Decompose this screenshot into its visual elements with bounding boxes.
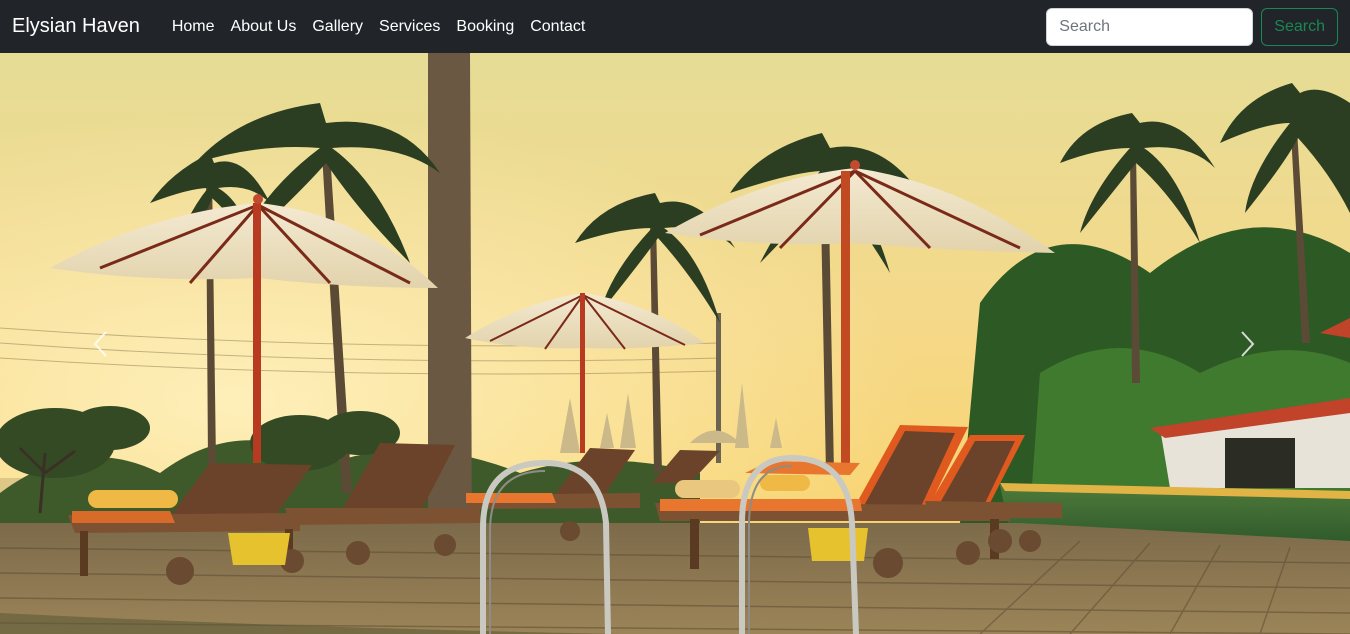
nav-link-about-us[interactable]: About Us (223, 18, 305, 36)
nav-link-gallery[interactable]: Gallery (304, 18, 371, 36)
chevron-right-icon (1241, 330, 1255, 357)
search-button[interactable]: Search (1261, 7, 1338, 46)
hero-image-resort-pool (0, 53, 1350, 634)
search-input[interactable] (1046, 7, 1254, 46)
nav-links: Home About Us Gallery Services Booking C… (164, 18, 594, 36)
nav-link-contact[interactable]: Contact (522, 18, 593, 36)
carousel-next-button[interactable] (1218, 53, 1278, 634)
nav-link-booking[interactable]: Booking (448, 18, 522, 36)
search-form: Search (1046, 7, 1338, 46)
chevron-left-icon (93, 330, 107, 357)
carousel-prev-button[interactable] (70, 53, 130, 634)
nav-link-services[interactable]: Services (371, 18, 448, 36)
nav-link-home[interactable]: Home (164, 18, 223, 36)
hero-carousel (0, 53, 1350, 634)
navbar: Elysian Haven Home About Us Gallery Serv… (0, 0, 1350, 53)
brand-logo[interactable]: Elysian Haven (12, 15, 140, 38)
